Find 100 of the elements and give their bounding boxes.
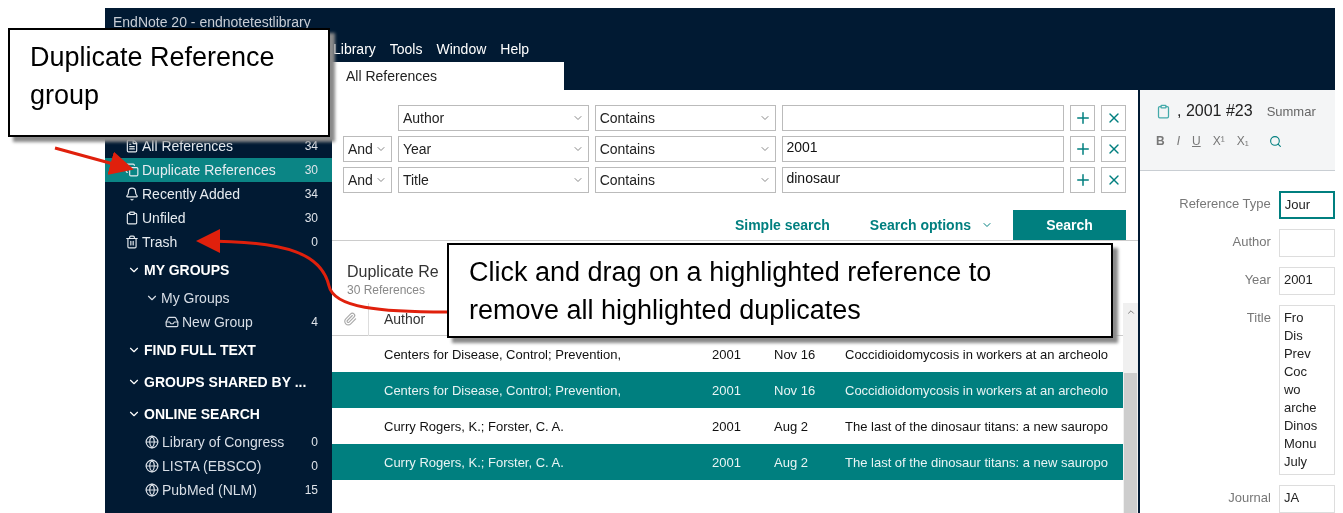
table-row[interactable]: Curry Rogers, K.; Forster, C. A. 2001 Aug 2 The last of the dinosaur titans: a new sauropo [332, 444, 1123, 480]
globe-icon [145, 459, 159, 473]
author-cell-text: Centers for Disease, Control; Prevention, [383, 382, 622, 398]
format-button[interactable]: X¹ [1212, 134, 1225, 148]
copies-icon [125, 163, 139, 177]
field-label: Author [1231, 233, 1271, 249]
item-count: 30 [304, 163, 318, 177]
title-cell-text: Coccidioidomycosis in workers at an archeolo [844, 346, 1109, 362]
field-label: Journal [1227, 489, 1271, 505]
add-row-button[interactable] [1070, 136, 1096, 162]
field-dropdown[interactable]: Author [397, 105, 589, 131]
operator-dropdown[interactable]: Contains [594, 167, 777, 193]
menu-item[interactable]: Tools [389, 41, 423, 57]
summary-tab[interactable]: Summar [1266, 103, 1316, 119]
section-heading[interactable]: MY GROUPS [144, 262, 230, 278]
callout-box: Duplicate Reference group [8, 28, 330, 137]
operator-dropdown[interactable]: Contains [594, 136, 777, 162]
year-cell-text: 2001 [711, 418, 742, 434]
connector-dropdown[interactable]: And [343, 136, 392, 162]
tab[interactable]: All References [332, 62, 564, 90]
callout-box: Click and drag on a highlighted reference to remove all highlighted duplicates [447, 243, 1113, 338]
format-button[interactable]: X₁ [1236, 134, 1249, 148]
year-cell-text: 2001 [711, 346, 742, 362]
date-cell-text: Nov 16 [773, 382, 817, 398]
trash-icon [125, 235, 139, 249]
add-row-button[interactable] [1070, 167, 1096, 193]
simple-search-link[interactable]: Simple search [734, 217, 830, 233]
author-cell-text: Curry Rogers, K.; Forster, C. A. [383, 418, 565, 434]
sidebar-item[interactable]: New Group [182, 314, 312, 330]
search-field[interactable] [782, 105, 1065, 131]
clipboard-icon [1156, 103, 1171, 119]
menu-item[interactable]: Window [436, 41, 487, 57]
item-count: 30 [304, 211, 318, 225]
sidebar-item[interactable]: LISTA (EBSCO) [162, 458, 312, 474]
sidebar-item[interactable]: Recently Added [142, 186, 305, 202]
field-dropdown[interactable]: Title [397, 167, 589, 193]
search-options-link[interactable]: Search options [869, 217, 993, 233]
field-input[interactable]: Jour [1278, 191, 1335, 219]
item-count: 15 [304, 483, 318, 497]
table-row[interactable]: Centers for Disease, Control; Prevention, 2001 Nov 16 Coccidioidomycosis in workers at an archeolo [332, 372, 1123, 408]
sidebar-item[interactable]: All References [142, 138, 305, 154]
format-button[interactable]: U [1192, 134, 1201, 148]
reference-count: 30 References [347, 283, 426, 297]
date-cell-text: Nov 16 [773, 346, 817, 362]
add-row-button[interactable] [1070, 105, 1096, 131]
remove-row-button[interactable] [1101, 105, 1126, 131]
field-input[interactable]: Fro Dis Prev Coc wo arche Dinos Monu July [1278, 305, 1335, 475]
document-icon [125, 139, 139, 153]
format-button[interactable]: B [1156, 134, 1165, 148]
clipboard-icon [125, 211, 139, 225]
menu-item[interactable]: Help [500, 41, 530, 57]
item-count: 0 [311, 435, 318, 449]
globe-icon [145, 435, 159, 449]
sidebar-item[interactable]: Unfiled [142, 210, 305, 226]
sidebar-item[interactable]: My Groups [161, 290, 318, 306]
item-count: 0 [311, 235, 318, 249]
field-label: Title [1245, 309, 1271, 325]
sidebar-item[interactable]: Duplicate References [142, 162, 305, 178]
column-header[interactable]: Author [384, 311, 426, 327]
field-label: Year [1243, 271, 1271, 287]
title-cell-text: The last of the dinosaur titans: a new sauropo [844, 418, 1110, 434]
field-input[interactable] [1278, 229, 1335, 257]
title-cell-text: Coccidioidomycosis in workers at an archeolo [844, 382, 1109, 398]
title-cell-text: The last of the dinosaur titans: a new sauropo [844, 454, 1110, 470]
globe-icon [145, 483, 159, 497]
section-heading[interactable]: GROUPS SHARED BY ... [144, 374, 307, 390]
search-icon[interactable] [1268, 134, 1282, 148]
field-label: Reference Type [1178, 195, 1271, 211]
item-count: 4 [311, 315, 318, 329]
field-input[interactable]: 2001 [1278, 267, 1335, 295]
search-field[interactable]: 2001 [782, 136, 1065, 162]
year-cell-text: 2001 [711, 454, 742, 470]
sidebar-item[interactable]: PubMed (NLM) [162, 482, 305, 498]
list-title: Duplicate Re [347, 263, 439, 281]
remove-row-button[interactable] [1101, 136, 1126, 162]
window-title: EndNote 20 - endnotetestlibrary [113, 14, 311, 30]
operator-dropdown[interactable]: Contains [594, 105, 777, 131]
field-dropdown[interactable]: Year [397, 136, 589, 162]
item-count: 0 [311, 459, 318, 473]
menu-item[interactable]: Library [333, 41, 376, 57]
search-button[interactable]: Search [1013, 210, 1126, 240]
chevron-up-icon [1125, 307, 1136, 317]
field-input[interactable]: JA [1278, 485, 1335, 513]
author-cell-text: Centers for Disease, Control; Prevention, [383, 346, 622, 362]
search-field[interactable]: dinosaur [782, 167, 1065, 193]
tray-icon [165, 315, 179, 329]
date-cell-text: Aug 2 [773, 418, 809, 434]
section-heading[interactable]: FIND FULL TEXT [144, 342, 256, 358]
year-cell-text: 2001 [711, 382, 742, 398]
format-button[interactable]: I [1176, 134, 1180, 148]
section-heading[interactable]: ONLINE SEARCH [144, 406, 260, 422]
remove-row-button[interactable] [1101, 167, 1126, 193]
author-cell-text: Curry Rogers, K.; Forster, C. A. [383, 454, 565, 470]
scrollbar[interactable] [1123, 303, 1138, 513]
sidebar-item[interactable]: Trash [142, 234, 312, 250]
connector-dropdown[interactable]: And [343, 167, 392, 193]
item-count: 34 [304, 139, 318, 153]
reference-heading: , 2001 #23 [1177, 102, 1253, 120]
date-cell-text: Aug 2 [773, 454, 809, 470]
sidebar-item[interactable]: Library of Congress [162, 434, 312, 450]
